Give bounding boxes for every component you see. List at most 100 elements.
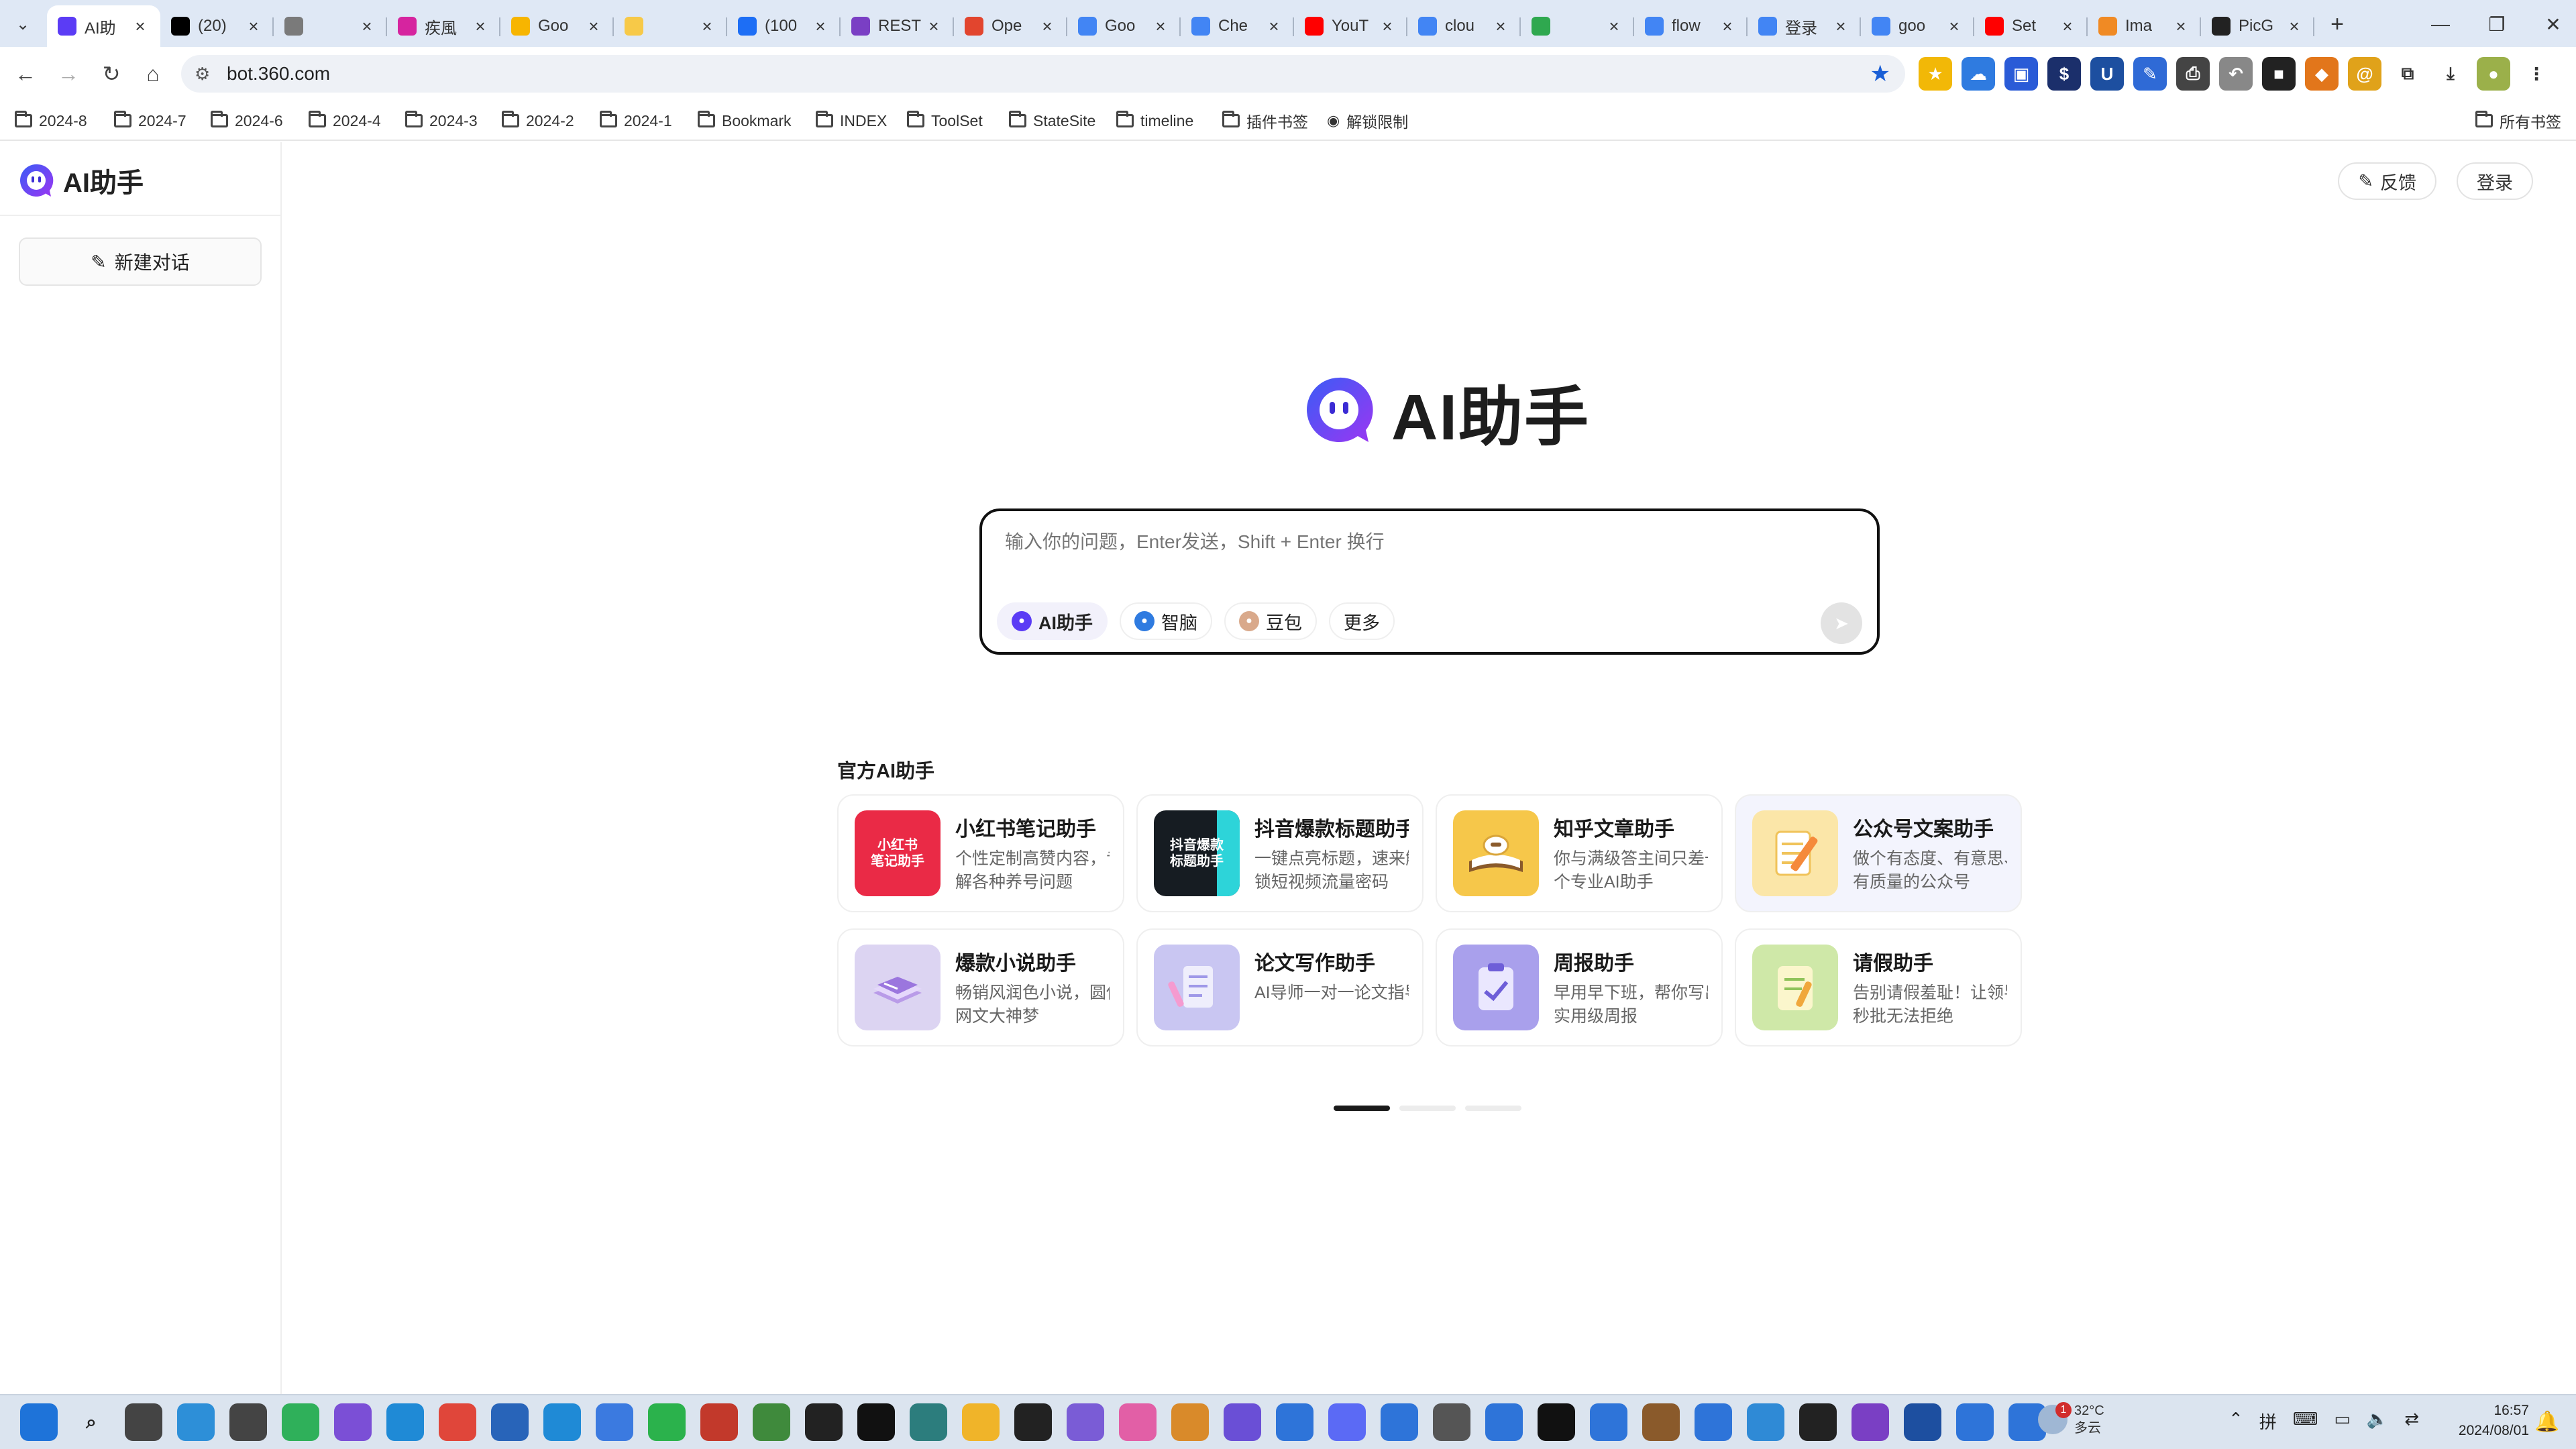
app-icon[interactable] xyxy=(1642,1403,1680,1441)
counter-ext-icon[interactable]: $ xyxy=(2047,57,2081,91)
browser-icon[interactable] xyxy=(177,1403,215,1441)
app-icon[interactable] xyxy=(1381,1403,1418,1441)
app-icon[interactable] xyxy=(1328,1403,1366,1441)
app-icon[interactable] xyxy=(1067,1403,1104,1441)
send-button[interactable]: ➤ xyxy=(1821,602,1862,644)
bookmark-item[interactable]: 2024-6 xyxy=(211,109,283,133)
assistant-card[interactable]: 爆款小说助手 畅销风润色小说，圆你网文大神梦 xyxy=(837,928,1124,1046)
browser-tab[interactable]: flow × xyxy=(1634,5,1748,47)
browser-tab[interactable]: × xyxy=(274,5,387,47)
tab-close-icon[interactable]: × xyxy=(1038,16,1057,37)
menu-icon[interactable]: ⋮ xyxy=(2520,57,2553,91)
bookmark-item[interactable]: 2024-4 xyxy=(309,109,381,133)
app-icon[interactable] xyxy=(1590,1403,1627,1441)
new-chat-button[interactable]: ✎ 新建对话 xyxy=(19,237,262,286)
tab-close-icon[interactable]: × xyxy=(1605,16,1623,37)
puzzle-icon[interactable]: ⧉ xyxy=(2391,57,2424,91)
model-chip[interactable]: 更多 xyxy=(1329,602,1395,640)
feedback-button[interactable]: ✎ 反馈 xyxy=(2338,162,2436,200)
bookmark-item[interactable]: 2024-3 xyxy=(405,109,478,133)
sidebar-logo[interactable]: AI助手 xyxy=(17,161,144,200)
calendar-ext-icon[interactable]: ▣ xyxy=(2004,57,2038,91)
browser-tab[interactable]: Goo × xyxy=(1067,5,1181,47)
browser-tab[interactable]: 登录 × xyxy=(1748,5,1861,47)
browser-tab[interactable]: PicG × xyxy=(2201,5,2314,47)
app-icon[interactable] xyxy=(229,1403,267,1441)
tab-close-icon[interactable]: × xyxy=(1831,16,1850,37)
fox-ext-icon[interactable]: ◆ xyxy=(2305,57,2339,91)
app-icon[interactable] xyxy=(334,1403,372,1441)
bookmark-item[interactable]: 2024-2 xyxy=(502,109,574,133)
tab-close-icon[interactable]: × xyxy=(2058,16,2077,37)
tab-close-icon[interactable]: × xyxy=(1718,16,1737,37)
browser-tab[interactable]: Goo × xyxy=(500,5,614,47)
app-icon[interactable] xyxy=(1747,1403,1784,1441)
tab-close-icon[interactable]: × xyxy=(244,16,263,37)
chrome-icon[interactable] xyxy=(439,1403,476,1441)
clock[interactable]: 16:57 2024/08/01 xyxy=(2449,1401,2529,1441)
display-icon[interactable]: ▭ xyxy=(2334,1409,2351,1434)
tab-close-icon[interactable]: × xyxy=(698,16,716,37)
browser-tab[interactable]: REST × xyxy=(841,5,954,47)
edge-icon[interactable] xyxy=(386,1403,424,1441)
browser-tab[interactable]: × xyxy=(614,5,727,47)
bookmark-item[interactable]: 2024-7 xyxy=(114,109,186,133)
browser-tab[interactable]: clou × xyxy=(1407,5,1521,47)
browser-tab[interactable]: (20) × xyxy=(160,5,274,47)
bookmark-item[interactable]: timeline xyxy=(1116,109,1193,133)
new-tab-button[interactable]: + xyxy=(2322,9,2352,39)
tiktok-icon[interactable] xyxy=(857,1403,895,1441)
terminal-icon[interactable] xyxy=(1799,1403,1837,1441)
bookmark-item[interactable]: ◉ 解锁限制 xyxy=(1327,109,1408,133)
assistant-card[interactable]: 小红书 笔记助手 小红书笔记助手 个性定制高赞内容，专解各种养号问题 xyxy=(837,794,1124,912)
back-button[interactable]: ← xyxy=(11,59,40,89)
chevron-up-icon[interactable]: ⌃ xyxy=(2229,1409,2243,1434)
browser-tab[interactable]: Set × xyxy=(1974,5,2088,47)
pager-dot[interactable] xyxy=(1465,1106,1521,1111)
model-chip[interactable]: ● AI助手 xyxy=(997,602,1108,640)
tab-close-icon[interactable]: × xyxy=(471,16,490,37)
browser-tab[interactable]: AI助 × xyxy=(47,5,160,47)
tab-close-icon[interactable]: × xyxy=(1265,16,1283,37)
bookmark-item[interactable]: 2024-1 xyxy=(600,109,672,133)
reply-ext-icon[interactable]: ↶ xyxy=(2219,57,2253,91)
app-icon[interactable] xyxy=(282,1403,319,1441)
app-icon[interactable] xyxy=(1276,1403,1313,1441)
tab-close-icon[interactable]: × xyxy=(358,16,376,37)
browser-tab[interactable]: 疾風 × xyxy=(387,5,500,47)
windows-start-icon[interactable] xyxy=(20,1403,58,1441)
coin-ext-icon[interactable]: @ xyxy=(2348,57,2381,91)
profile-icon[interactable]: ● xyxy=(2477,57,2510,91)
tab-close-icon[interactable]: × xyxy=(2285,16,2304,37)
login-button[interactable]: 登录 xyxy=(2457,162,2533,200)
minimize-button[interactable]: — xyxy=(2420,9,2461,39)
url-text[interactable]: bot.360.com xyxy=(227,63,330,85)
app-icon[interactable] xyxy=(1904,1403,1941,1441)
chat-input[interactable] xyxy=(1005,531,1810,553)
bookmark-star-icon[interactable]: ★ xyxy=(1870,60,1890,87)
tab-close-icon[interactable]: × xyxy=(1378,16,1397,37)
app-icon[interactable] xyxy=(491,1403,529,1441)
shield-ext-icon[interactable]: U xyxy=(2090,57,2124,91)
forward-button[interactable]: → xyxy=(54,59,83,89)
bookmark-item[interactable]: 插件书签 xyxy=(1222,109,1308,133)
app-icon[interactable] xyxy=(1851,1403,1889,1441)
download-icon[interactable]: ⤓ xyxy=(2434,57,2467,91)
tab-close-icon[interactable]: × xyxy=(1151,16,1170,37)
speaker-icon[interactable]: 🔈 xyxy=(2367,1409,2388,1434)
file-explorer-icon[interactable] xyxy=(962,1403,1000,1441)
tab-close-icon[interactable]: × xyxy=(131,16,150,37)
ime-icon[interactable]: 拼 xyxy=(2259,1409,2277,1434)
star-ext-icon[interactable]: ★ xyxy=(1919,57,1952,91)
assistant-card[interactable]: 抖音爆款 标题助手 抖音爆款标题助手 一键点亮标题，速来解锁短视频流量密码 xyxy=(1136,794,1424,912)
vscode-icon[interactable] xyxy=(543,1403,581,1441)
pager-dot[interactable] xyxy=(1399,1106,1456,1111)
bookmark-item[interactable]: ToolSet xyxy=(907,109,983,133)
browser-tab[interactable]: × xyxy=(1521,5,1634,47)
app-icon[interactable] xyxy=(1014,1403,1052,1441)
browser-tab[interactable]: Ope × xyxy=(954,5,1067,47)
keyboard-icon[interactable]: ⌨ xyxy=(2293,1409,2318,1434)
dark-ext-icon[interactable]: ■ xyxy=(2262,57,2296,91)
bookmark-item[interactable]: 2024-8 xyxy=(15,109,87,133)
bookmark-item[interactable]: StateSite xyxy=(1009,109,1095,133)
